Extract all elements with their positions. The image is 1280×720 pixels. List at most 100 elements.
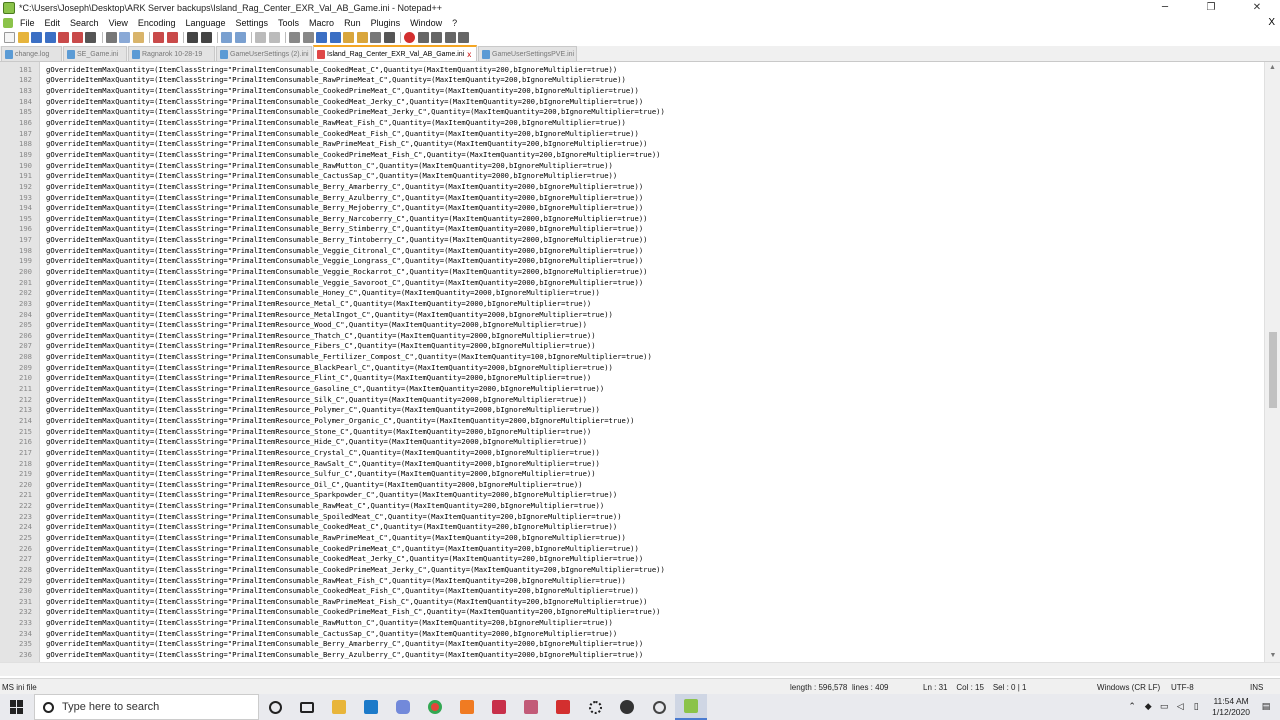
line-text[interactable]: gOverrideItemMaxQuantity=(ItemClassStrin… [36, 86, 639, 95]
menu-view[interactable]: View [104, 18, 133, 28]
code-line[interactable]: 192 gOverrideItemMaxQuantity=(ItemClassSt… [0, 181, 1264, 192]
line-text[interactable]: gOverrideItemMaxQuantity=(ItemClassStrin… [36, 182, 643, 191]
line-text[interactable]: gOverrideItemMaxQuantity=(ItemClassStrin… [36, 565, 665, 574]
dropbox-icon[interactable]: ◆ [1140, 702, 1156, 712]
tab-island-rag-center[interactable]: Island_Rag_Center_EXR_Val_AB_Game.ini x [313, 45, 477, 61]
line-text[interactable]: gOverrideItemMaxQuantity=(ItemClassStrin… [36, 352, 652, 361]
code-line[interactable]: 204 gOverrideItemMaxQuantity=(ItemClassSt… [0, 309, 1264, 320]
app-button-red-blue[interactable] [483, 694, 515, 720]
save-all-icon[interactable] [44, 31, 56, 43]
line-text[interactable]: gOverrideItemMaxQuantity=(ItemClassStrin… [36, 203, 643, 212]
code-line[interactable]: 189 gOverrideItemMaxQuantity=(ItemClassSt… [0, 149, 1264, 160]
code-line[interactable]: 182 gOverrideItemMaxQuantity=(ItemClassSt… [0, 75, 1264, 86]
menu-settings[interactable]: Settings [231, 18, 274, 28]
app-button-orange[interactable] [451, 694, 483, 720]
code-line[interactable]: 181 gOverrideItemMaxQuantity=(ItemClassSt… [0, 64, 1264, 75]
code-line[interactable]: 212 gOverrideItemMaxQuantity=(ItemClassSt… [0, 394, 1264, 405]
code-line[interactable]: 183 gOverrideItemMaxQuantity=(ItemClassSt… [0, 85, 1264, 96]
line-text[interactable]: gOverrideItemMaxQuantity=(ItemClassStrin… [36, 97, 643, 106]
line-text[interactable]: gOverrideItemMaxQuantity=(ItemClassStrin… [36, 384, 604, 393]
close-file-icon[interactable] [58, 31, 69, 43]
line-text[interactable]: gOverrideItemMaxQuantity=(ItemClassStrin… [36, 395, 587, 404]
notifications-icon[interactable]: ▤ [1258, 702, 1274, 712]
play-macro-icon[interactable] [431, 31, 442, 43]
code-line[interactable]: 224 gOverrideItemMaxQuantity=(ItemClassSt… [0, 522, 1264, 533]
zoom-out-icon[interactable] [234, 31, 246, 43]
cortana-button[interactable] [259, 694, 291, 720]
find-icon[interactable] [187, 31, 198, 43]
line-text[interactable]: gOverrideItemMaxQuantity=(ItemClassStrin… [36, 129, 639, 138]
line-text[interactable]: gOverrideItemMaxQuantity=(ItemClassStrin… [36, 193, 643, 202]
line-text[interactable]: gOverrideItemMaxQuantity=(ItemClassStrin… [36, 448, 600, 457]
text-lines[interactable]: 181 gOverrideItemMaxQuantity=(ItemClassSt… [0, 64, 1264, 660]
doc-map-icon[interactable] [343, 31, 354, 43]
code-line[interactable]: 196 gOverrideItemMaxQuantity=(ItemClassSt… [0, 224, 1264, 235]
document-menu-icon[interactable] [3, 17, 13, 28]
line-text[interactable]: gOverrideItemMaxQuantity=(ItemClassStrin… [36, 107, 665, 116]
tab-ragnarok[interactable]: Ragnarok 10-28-19 [128, 46, 215, 61]
menu-macro[interactable]: Macro [304, 18, 339, 28]
code-line[interactable]: 194 gOverrideItemMaxQuantity=(ItemClassSt… [0, 202, 1264, 213]
line-text[interactable]: gOverrideItemMaxQuantity=(ItemClassStrin… [36, 512, 622, 521]
code-line[interactable]: 206 gOverrideItemMaxQuantity=(ItemClassSt… [0, 330, 1264, 341]
task-view-button[interactable] [291, 694, 323, 720]
copy-icon[interactable] [119, 31, 130, 43]
close-all-icon[interactable] [71, 31, 83, 43]
line-text[interactable]: gOverrideItemMaxQuantity=(ItemClassStrin… [36, 150, 660, 159]
code-line[interactable]: 207 gOverrideItemMaxQuantity=(ItemClassSt… [0, 341, 1264, 352]
menu-file[interactable]: File [15, 18, 40, 28]
chevron-up-icon[interactable]: ⌃ [1124, 702, 1140, 712]
save-macro-icon[interactable] [458, 31, 469, 43]
line-text[interactable]: gOverrideItemMaxQuantity=(ItemClassStrin… [36, 405, 600, 414]
app-button-discord[interactable] [387, 694, 419, 720]
code-line[interactable]: 219 gOverrideItemMaxQuantity=(ItemClassSt… [0, 468, 1264, 479]
tab-change-log[interactable]: change.log [1, 46, 62, 61]
code-line[interactable]: 221 gOverrideItemMaxQuantity=(ItemClassSt… [0, 490, 1264, 501]
minimize-button[interactable]: ─ [1142, 0, 1188, 16]
editor-area[interactable]: 181 gOverrideItemMaxQuantity=(ItemClassSt… [0, 62, 1280, 662]
code-line[interactable]: 227 gOverrideItemMaxQuantity=(ItemClassSt… [0, 553, 1264, 564]
line-text[interactable]: gOverrideItemMaxQuantity=(ItemClassStrin… [36, 65, 617, 74]
tab-gameusersettings-pve[interactable]: GameUserSettingsPVE.ini [478, 46, 577, 61]
line-text[interactable]: gOverrideItemMaxQuantity=(ItemClassStrin… [36, 246, 643, 255]
code-line[interactable]: 197 gOverrideItemMaxQuantity=(ItemClassSt… [0, 234, 1264, 245]
code-line[interactable]: 184 gOverrideItemMaxQuantity=(ItemClassSt… [0, 96, 1264, 107]
open-file-icon[interactable] [17, 31, 29, 43]
app-button-red-plus[interactable] [547, 694, 579, 720]
code-line[interactable]: 220 gOverrideItemMaxQuantity=(ItemClassSt… [0, 479, 1264, 490]
stop-macro-icon[interactable] [417, 31, 429, 43]
code-line[interactable]: 210 gOverrideItemMaxQuantity=(ItemClassSt… [0, 373, 1264, 384]
line-text[interactable]: gOverrideItemMaxQuantity=(ItemClassStrin… [36, 437, 587, 446]
code-line[interactable]: 205 gOverrideItemMaxQuantity=(ItemClassSt… [0, 319, 1264, 330]
menu-window[interactable]: Window [405, 18, 447, 28]
code-line[interactable]: 191 gOverrideItemMaxQuantity=(ItemClassSt… [0, 170, 1264, 181]
menu-plugins[interactable]: Plugins [366, 18, 406, 28]
code-line[interactable]: 193 gOverrideItemMaxQuantity=(ItemClassSt… [0, 192, 1264, 203]
code-line[interactable]: 215 gOverrideItemMaxQuantity=(ItemClassSt… [0, 426, 1264, 437]
volume-icon[interactable]: ◁ [1172, 702, 1188, 712]
replace-icon[interactable] [200, 31, 212, 43]
line-text[interactable]: gOverrideItemMaxQuantity=(ItemClassStrin… [36, 331, 596, 340]
line-text[interactable]: gOverrideItemMaxQuantity=(ItemClassStrin… [36, 267, 648, 276]
udl-icon[interactable] [329, 31, 341, 43]
code-line[interactable]: 199 gOverrideItemMaxQuantity=(ItemClassSt… [0, 256, 1264, 267]
folder-workspace-icon[interactable] [370, 31, 381, 43]
horizontal-scrollbar[interactable] [0, 662, 1280, 676]
redo-icon[interactable] [166, 31, 178, 43]
menu-language[interactable]: Language [180, 18, 230, 28]
code-line[interactable]: 229 gOverrideItemMaxQuantity=(ItemClassSt… [0, 575, 1264, 586]
line-text[interactable]: gOverrideItemMaxQuantity=(ItemClassStrin… [36, 427, 591, 436]
battery-icon[interactable]: ▯ [1188, 702, 1204, 712]
vertical-scrollbar[interactable]: ▲ ▼ [1264, 62, 1280, 662]
code-line[interactable]: 211 gOverrideItemMaxQuantity=(ItemClassSt… [0, 383, 1264, 394]
app-button-settings[interactable] [579, 694, 611, 720]
line-text[interactable]: gOverrideItemMaxQuantity=(ItemClassStrin… [36, 161, 613, 170]
line-text[interactable]: gOverrideItemMaxQuantity=(ItemClassStrin… [36, 522, 617, 531]
code-line[interactable]: 198 gOverrideItemMaxQuantity=(ItemClassSt… [0, 245, 1264, 256]
line-text[interactable]: gOverrideItemMaxQuantity=(ItemClassStrin… [36, 214, 648, 223]
line-text[interactable]: gOverrideItemMaxQuantity=(ItemClassStrin… [36, 597, 648, 606]
line-text[interactable]: gOverrideItemMaxQuantity=(ItemClassStrin… [36, 629, 617, 638]
code-line[interactable]: 201 gOverrideItemMaxQuantity=(ItemClassSt… [0, 277, 1264, 288]
code-line[interactable]: 233 gOverrideItemMaxQuantity=(ItemClassSt… [0, 617, 1264, 628]
app-button-calendar[interactable] [515, 694, 547, 720]
